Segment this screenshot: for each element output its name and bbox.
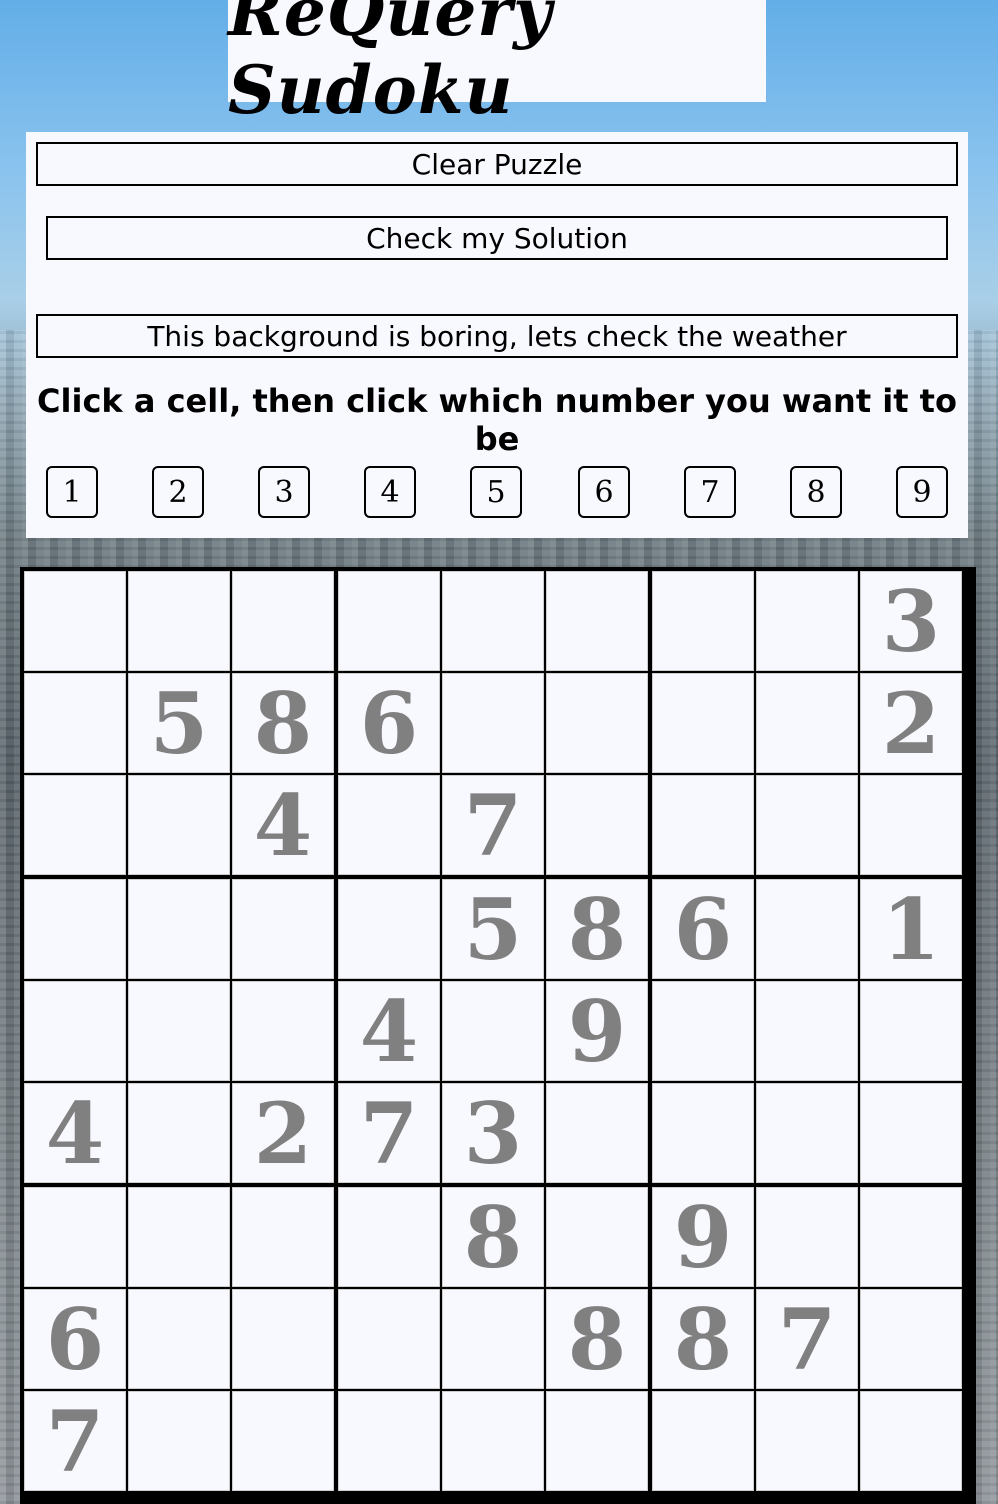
sudoku-cell-r6c7[interactable] — [652, 1083, 754, 1183]
sudoku-cell-r5c8[interactable] — [756, 981, 858, 1081]
sudoku-cell-r3c7[interactable] — [652, 775, 754, 875]
sudoku-cell-r6c9[interactable] — [860, 1083, 962, 1183]
sudoku-cell-r4c3[interactable] — [232, 879, 334, 979]
sudoku-cell-r5c1[interactable] — [24, 981, 126, 1081]
sudoku-cell-r8c1[interactable]: 6 — [24, 1289, 126, 1389]
sudoku-cell-r9c3[interactable] — [232, 1391, 334, 1491]
sudoku-cell-r9c7[interactable] — [652, 1391, 754, 1491]
sudoku-cell-r4c8[interactable] — [756, 879, 858, 979]
sudoku-cell-r1c9[interactable]: 3 — [860, 571, 962, 671]
sudoku-cell-r7c7[interactable]: 9 — [652, 1187, 754, 1287]
sudoku-cell-r6c8[interactable] — [756, 1083, 858, 1183]
weather-background-button[interactable]: This background is boring, lets check th… — [36, 314, 958, 358]
sudoku-cell-r3c2[interactable] — [128, 775, 230, 875]
sudoku-cell-r5c9[interactable] — [860, 981, 962, 1081]
sudoku-cell-r8c7[interactable]: 8 — [652, 1289, 754, 1389]
number-button-4[interactable]: 4 — [364, 466, 416, 518]
sudoku-cell-r3c5[interactable]: 7 — [442, 775, 544, 875]
sudoku-cell-r1c6[interactable] — [546, 571, 648, 671]
check-solution-button[interactable]: Check my Solution — [46, 216, 948, 260]
number-button-2[interactable]: 2 — [152, 466, 204, 518]
sudoku-cell-r8c3[interactable] — [232, 1289, 334, 1389]
page-title: ReQuery Sudoku — [228, 0, 553, 129]
sudoku-cell-r9c2[interactable] — [128, 1391, 230, 1491]
sudoku-cell-r4c4[interactable] — [338, 879, 440, 979]
sudoku-cell-r5c6[interactable]: 9 — [546, 981, 648, 1081]
sudoku-cell-r2c1[interactable] — [24, 673, 126, 773]
sudoku-cell-r2c4[interactable]: 6 — [338, 673, 440, 773]
number-button-3[interactable]: 3 — [258, 466, 310, 518]
number-button-5[interactable]: 5 — [470, 466, 522, 518]
sudoku-cell-r1c3[interactable] — [232, 571, 334, 671]
sudoku-cell-r7c4[interactable] — [338, 1187, 440, 1287]
sudoku-cell-r8c2[interactable] — [128, 1289, 230, 1389]
sudoku-cell-r6c5[interactable]: 3 — [442, 1083, 544, 1183]
sudoku-cell-r3c6[interactable] — [546, 775, 648, 875]
sudoku-board: 358624758614942738968877 — [20, 567, 976, 1504]
sudoku-cell-r8c6[interactable]: 8 — [546, 1289, 648, 1389]
sudoku-cell-r2c7[interactable] — [652, 673, 754, 773]
sudoku-cell-r7c1[interactable] — [24, 1187, 126, 1287]
sudoku-cell-r4c6[interactable]: 8 — [546, 879, 648, 979]
number-button-9[interactable]: 9 — [896, 466, 948, 518]
sudoku-cell-r9c6[interactable] — [546, 1391, 648, 1491]
sudoku-cell-r6c3[interactable]: 2 — [232, 1083, 334, 1183]
sudoku-cell-r6c2[interactable] — [128, 1083, 230, 1183]
number-button-7[interactable]: 7 — [684, 466, 736, 518]
sudoku-cell-r1c8[interactable] — [756, 571, 858, 671]
sudoku-cell-r1c5[interactable] — [442, 571, 544, 671]
sudoku-cell-r9c8[interactable] — [756, 1391, 858, 1491]
sudoku-cell-r5c4[interactable]: 4 — [338, 981, 440, 1081]
sudoku-cell-r2c9[interactable]: 2 — [860, 673, 962, 773]
sudoku-cell-r9c1[interactable]: 7 — [24, 1391, 126, 1491]
sudoku-cell-r6c4[interactable]: 7 — [338, 1083, 440, 1183]
sudoku-cell-r1c4[interactable] — [338, 571, 440, 671]
sudoku-cell-r6c1[interactable]: 4 — [24, 1083, 126, 1183]
sudoku-cell-r2c2[interactable]: 5 — [128, 673, 230, 773]
sudoku-cell-r8c4[interactable] — [338, 1289, 440, 1389]
sudoku-cell-r7c2[interactable] — [128, 1187, 230, 1287]
sudoku-cell-r3c9[interactable] — [860, 775, 962, 875]
sudoku-cell-r4c7[interactable]: 6 — [652, 879, 754, 979]
sudoku-cell-r9c9[interactable] — [860, 1391, 962, 1491]
sudoku-cell-r1c2[interactable] — [128, 571, 230, 671]
sudoku-cell-r7c6[interactable] — [546, 1187, 648, 1287]
title-banner: ReQuery Sudoku — [228, 0, 766, 129]
sudoku-cell-r3c3[interactable]: 4 — [232, 775, 334, 875]
sudoku-cell-r4c5[interactable]: 5 — [442, 879, 544, 979]
sudoku-cell-r7c5[interactable]: 8 — [442, 1187, 544, 1287]
number-button-8[interactable]: 8 — [790, 466, 842, 518]
sudoku-cell-r4c9[interactable]: 1 — [860, 879, 962, 979]
clear-puzzle-button[interactable]: Clear Puzzle — [36, 142, 958, 186]
number-button-1[interactable]: 1 — [46, 466, 98, 518]
sudoku-cell-r7c9[interactable] — [860, 1187, 962, 1287]
sudoku-cell-r3c4[interactable] — [338, 775, 440, 875]
sudoku-cell-r1c1[interactable] — [24, 571, 126, 671]
sudoku-cell-r8c8[interactable]: 7 — [756, 1289, 858, 1389]
number-button-6[interactable]: 6 — [578, 466, 630, 518]
controls-panel: Clear Puzzle Check my Solution This back… — [26, 132, 968, 538]
sudoku-cell-r6c6[interactable] — [546, 1083, 648, 1183]
sudoku-cell-r1c7[interactable] — [652, 571, 754, 671]
sudoku-cell-r2c3[interactable]: 8 — [232, 673, 334, 773]
sudoku-cell-r4c1[interactable] — [24, 879, 126, 979]
sudoku-cell-r2c8[interactable] — [756, 673, 858, 773]
instructions-text: Click a cell, then click which number yo… — [37, 382, 957, 458]
sudoku-cell-r8c5[interactable] — [442, 1289, 544, 1389]
sudoku-cell-r2c6[interactable] — [546, 673, 648, 773]
sudoku-cell-r5c2[interactable] — [128, 981, 230, 1081]
sudoku-cell-r7c3[interactable] — [232, 1187, 334, 1287]
sudoku-cell-r4c2[interactable] — [128, 879, 230, 979]
sudoku-cell-r7c8[interactable] — [756, 1187, 858, 1287]
sudoku-cell-r9c5[interactable] — [442, 1391, 544, 1491]
sudoku-cell-r5c3[interactable] — [232, 981, 334, 1081]
sudoku-cell-r2c5[interactable] — [442, 673, 544, 773]
sudoku-cell-r5c7[interactable] — [652, 981, 754, 1081]
sudoku-cell-r3c8[interactable] — [756, 775, 858, 875]
sudoku-cell-r5c5[interactable] — [442, 981, 544, 1081]
sudoku-cell-r9c4[interactable] — [338, 1391, 440, 1491]
sudoku-cell-r8c9[interactable] — [860, 1289, 962, 1389]
sudoku-cell-r3c1[interactable] — [24, 775, 126, 875]
